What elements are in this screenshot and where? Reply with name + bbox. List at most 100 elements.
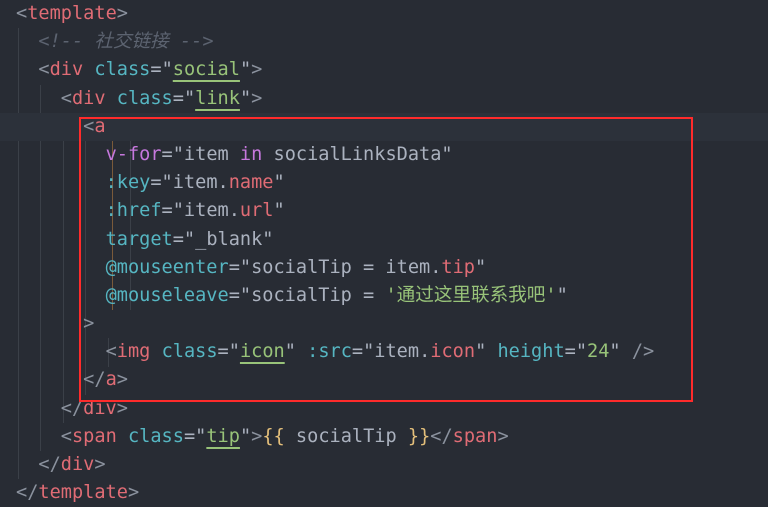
code-token: </ <box>83 369 106 391</box>
code-token: div <box>83 397 117 419</box>
code-token: @mouseleave <box>105 284 229 306</box>
code-line[interactable]: </a> <box>16 366 768 394</box>
code-token: a <box>105 369 117 391</box>
code-token: img <box>116 341 151 363</box>
code-token: icon <box>430 341 476 363</box>
code-token: " <box>239 425 252 447</box>
code-line[interactable]: :href="item.url" <box>16 197 768 225</box>
code-token: </ <box>38 454 61 475</box>
code-token: height <box>497 341 565 363</box>
code-line[interactable]: > <box>16 310 768 338</box>
code-token: div <box>49 59 84 81</box>
code-token: @mouseenter <box>105 256 229 278</box>
code-token: template <box>38 482 128 504</box>
code-token: template <box>27 3 117 24</box>
code-token: {{ <box>262 425 285 447</box>
code-token: < <box>105 341 117 363</box>
code-token: > <box>251 425 263 447</box>
code-line[interactable]: </div> <box>16 451 768 479</box>
code-token: social <box>172 59 240 81</box>
code-token: ="socialTip = <box>228 284 386 306</box>
code-line[interactable]: <div class="social"> <box>16 56 768 84</box>
code-token: " <box>475 256 487 278</box>
code-token: < <box>60 87 72 109</box>
code-token: =" <box>172 87 196 109</box>
code-token: /> <box>620 341 655 363</box>
code-token: > <box>94 454 106 475</box>
code-line[interactable]: <img class="icon" :src="item.icon" heigh… <box>16 338 768 366</box>
code-token: ="item. <box>351 341 431 363</box>
code-editor[interactable]: <template> <!-- 社交链接 --> <div class="soc… <box>0 0 768 507</box>
code-token: </ <box>430 425 453 447</box>
code-token: " <box>284 341 296 363</box>
code-token: tip <box>441 256 475 278</box>
code-token: tip <box>206 425 240 447</box>
code-token: ="item <box>161 143 240 165</box>
code-token: " <box>556 284 568 306</box>
code-token: ="item. <box>150 172 229 194</box>
code-token: in <box>239 143 263 165</box>
code-token: " <box>239 59 252 81</box>
code-token: > <box>116 369 128 391</box>
code-line[interactable]: </template> <box>16 479 768 507</box>
code-token: --> <box>168 31 214 53</box>
code-token: :href <box>105 200 162 222</box>
code-token: > <box>251 87 263 109</box>
code-token: class <box>116 87 173 109</box>
code-line[interactable]: </div> <box>16 395 768 423</box>
code-token: ="_blank" <box>172 228 274 250</box>
code-token: 社交链接 <box>94 31 169 53</box>
code-token: > <box>497 425 509 447</box>
code-token: " <box>475 341 487 363</box>
code-token: " <box>609 341 621 363</box>
code-line[interactable]: @mouseleave="socialTip = '通过这里联系我吧'" <box>16 282 768 310</box>
code-token: < <box>38 59 50 81</box>
code-token: :key <box>105 172 151 194</box>
code-token: div <box>60 454 95 475</box>
code-token: > <box>127 482 140 504</box>
code-token: class <box>161 341 218 363</box>
code-token: " <box>239 87 252 109</box>
code-line[interactable]: target="_blank" <box>16 226 768 254</box>
code-token: > <box>116 3 128 24</box>
code-line[interactable]: <span class="tip">{{ socialTip }}</span> <box>16 423 768 451</box>
code-token: div <box>71 87 106 109</box>
code-token: > <box>83 313 95 335</box>
code-token: target <box>105 228 173 250</box>
code-token: }} <box>407 425 431 447</box>
code-token: =" <box>183 425 207 447</box>
code-token: class <box>94 59 151 81</box>
code-token: class <box>127 425 184 447</box>
code-token: > <box>116 397 128 419</box>
code-line[interactable]: <template> <box>16 0 768 28</box>
code-token: </ <box>60 397 84 419</box>
code-token: <!-- <box>38 31 95 53</box>
code-token: " <box>273 172 285 194</box>
code-token: =" <box>564 341 588 363</box>
code-token: span <box>452 425 498 447</box>
code-token: =" <box>150 59 173 81</box>
code-token: ="item. <box>161 200 240 222</box>
code-line[interactable]: <!-- 社交链接 --> <box>16 28 768 56</box>
code-line[interactable]: @mouseenter="socialTip = item.tip" <box>16 254 768 282</box>
code-line[interactable]: <div class="link"> <box>16 85 768 113</box>
code-token: icon <box>239 341 285 363</box>
code-line[interactable]: :key="item.name" <box>16 169 768 197</box>
code-line[interactable]: v-for="item in socialLinksData" <box>16 141 768 169</box>
code-line[interactable]: <a <box>0 112 768 141</box>
code-token: a <box>94 115 106 137</box>
